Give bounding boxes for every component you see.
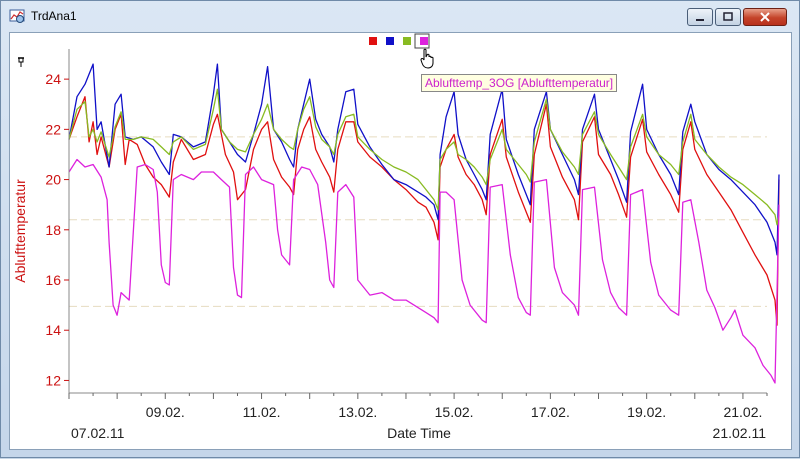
- x-axis-label: Date Time: [387, 425, 451, 441]
- legend-swatch-red[interactable]: [369, 37, 377, 45]
- series-tooltip: Ablufttemp_3OG [Ablufttemperatur]: [421, 74, 618, 92]
- hand-cursor-icon: [420, 48, 434, 69]
- trend-chart: 12 14 16 18 20 22 24 09.02. 11.02. 13.02. 15.02. 17…: [12, 33, 780, 441]
- x-tick-label: 19.02.: [627, 404, 666, 420]
- range-end-label: 21.02.11: [713, 425, 767, 441]
- y-tick-label: 16: [45, 272, 61, 288]
- legend-swatch-magenta[interactable]: [420, 37, 428, 45]
- y-tick-label: 14: [45, 322, 61, 338]
- x-tick-label: 17.02.: [531, 404, 570, 420]
- x-tick-label: 21.02.: [723, 404, 762, 420]
- y-tick-label: 22: [45, 121, 61, 137]
- legend-swatch-green[interactable]: [403, 37, 411, 45]
- trend-window: TrdAna1 12 14 16 18 20 22 24 09.02. 11.02. 13.02.…: [0, 0, 800, 458]
- y-tick-label: 24: [45, 71, 61, 87]
- x-tick-label: 15.02.: [435, 404, 474, 420]
- x-tick-label: 09.02.: [146, 404, 185, 420]
- pin-icon[interactable]: [18, 57, 24, 67]
- y-axis-label: Ablufttemperatur: [12, 179, 28, 283]
- series-line: [68, 158, 780, 384]
- y-tick-label: 12: [45, 372, 61, 388]
- y-tick-label: 18: [45, 222, 61, 238]
- range-start-label: 07.02.11: [71, 425, 125, 441]
- legend-swatch-blue[interactable]: [386, 37, 394, 45]
- x-tick-label: 13.02.: [338, 404, 377, 420]
- series-line: [68, 63, 780, 256]
- y-tick-label: 20: [45, 172, 61, 188]
- x-tick-label: 11.02.: [243, 404, 281, 420]
- series-line: [68, 96, 780, 326]
